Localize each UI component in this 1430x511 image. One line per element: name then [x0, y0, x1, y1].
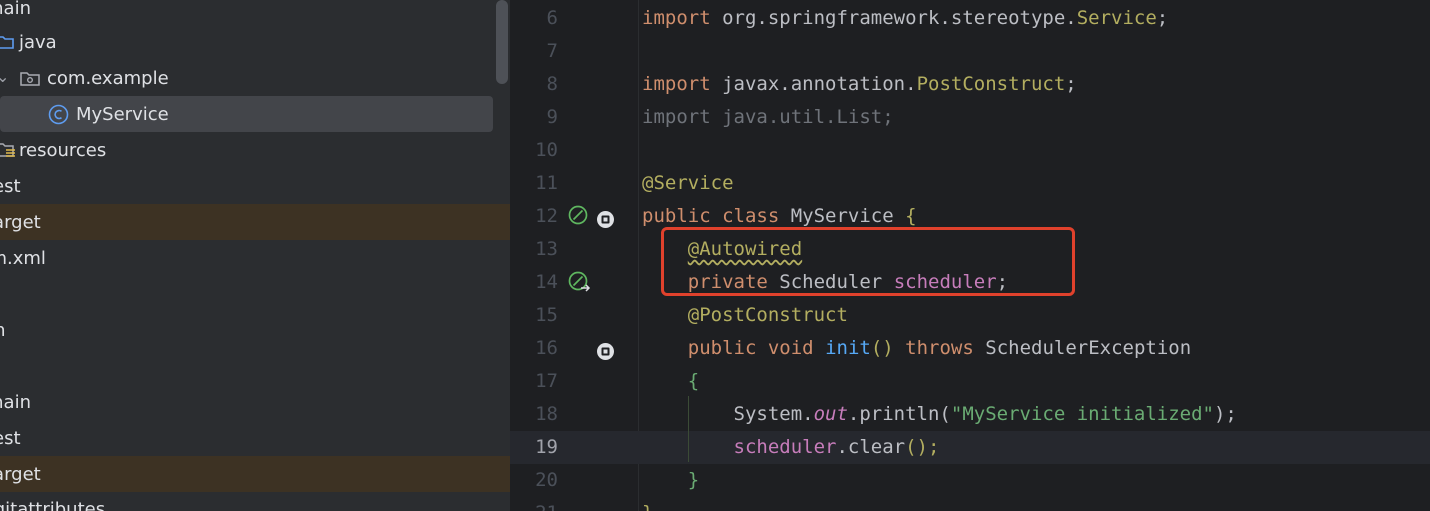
tree-item-label: com.example — [47, 67, 169, 89]
java-class-icon — [48, 96, 69, 132]
code-line[interactable]: 17 { — [510, 365, 1430, 398]
tree-item-label: target — [0, 211, 41, 233]
tree-item-module[interactable]: m — [0, 312, 496, 348]
code-line[interactable]: 8 import javax.annotation.PostConstruct; — [510, 68, 1430, 101]
line-number: 11 — [535, 172, 558, 194]
line-number: 9 — [546, 106, 558, 128]
code-editor[interactable]: 6 import org.springframework.stereotype.… — [510, 0, 1430, 511]
code-text: @Service — [642, 172, 734, 194]
tree-item-label: test — [0, 175, 21, 197]
line-number: 7 — [546, 40, 558, 62]
tree-item-target-2[interactable]: target — [0, 456, 510, 492]
tree-item-test[interactable]: test — [0, 168, 496, 204]
code-text: System.out.println("MyService initialize… — [733, 403, 1237, 425]
code-line[interactable]: 21 } — [510, 497, 1430, 511]
tree-item-label: MyService — [76, 103, 169, 125]
tree-item-main[interactable]: main — [0, 0, 496, 26]
line-number: 21 — [510, 497, 558, 511]
line-number: 6 — [546, 7, 558, 29]
tree-item-com-example[interactable]: ⌄ com.example — [0, 60, 496, 96]
tree-item-myservice[interactable]: MyService — [0, 96, 493, 132]
line-number: 19 — [535, 436, 558, 458]
project-tree: main java ⌄ com.example MyService resour… — [0, 0, 510, 511]
code-text-unused-import: import java.util.List; — [642, 106, 894, 128]
code-line[interactable]: 10 — [510, 134, 1430, 167]
code-text: @PostConstruct — [687, 304, 848, 326]
source-folder-icon — [0, 24, 14, 60]
code-text: { — [687, 370, 700, 392]
line-number: 8 — [546, 73, 558, 95]
resources-folder-icon — [0, 132, 16, 168]
code-line[interactable]: 18 System.out.println("MyService initial… — [510, 398, 1430, 431]
tree-item-label: .gitattributes — [0, 498, 106, 511]
code-line[interactable]: 15 @PostConstruct — [510, 299, 1430, 332]
code-text: scheduler.clear(); — [733, 436, 940, 458]
line-number: 12 — [535, 205, 558, 227]
tree-item-gitattributes[interactable]: .gitattributes — [0, 491, 496, 511]
code-text: public void init() throws SchedulerExcep… — [687, 337, 1192, 359]
tree-item-pom-xml[interactable]: pom.xml — [0, 240, 496, 276]
code-line[interactable]: 6 import org.springframework.stereotype.… — [510, 2, 1430, 35]
code-text: } — [687, 469, 700, 491]
line-number: 17 — [535, 370, 558, 392]
code-line[interactable]: 16 public void init() throws SchedulerEx… — [510, 332, 1430, 365]
line-number: 14 — [535, 271, 558, 293]
tree-item-label: main — [0, 391, 31, 413]
line-number: 15 — [535, 304, 558, 326]
tree-item-label: resources — [19, 139, 107, 161]
code-line-current[interactable]: 19 scheduler.clear(); — [510, 431, 1430, 464]
code-text: import javax.annotation.PostConstruct; — [642, 73, 1077, 95]
tree-item-label: target — [0, 463, 41, 485]
tree-item-blank[interactable] — [0, 348, 496, 384]
chevron-down-icon[interactable]: ⌄ — [0, 67, 9, 86]
code-line[interactable]: 9 import java.util.List; — [510, 101, 1430, 134]
code-line[interactable]: 20 } — [510, 464, 1430, 497]
line-number: 13 — [535, 238, 558, 260]
code-line[interactable]: 11 @Service — [510, 167, 1430, 200]
line-number: 10 — [535, 139, 558, 161]
tree-item-target[interactable]: target — [0, 204, 510, 240]
tree-item-blank[interactable] — [0, 276, 496, 312]
highlight-box — [661, 227, 1075, 296]
package-folder-icon — [20, 60, 40, 96]
code-text: } — [642, 497, 653, 511]
tree-item-java[interactable]: java — [0, 24, 496, 60]
tree-item-label: main — [0, 0, 31, 19]
tree-item-test-2[interactable]: test — [0, 420, 496, 456]
tree-item-main-2[interactable]: main — [0, 384, 496, 420]
tree-item-label: java — [19, 31, 57, 53]
tree-item-label: test — [0, 427, 21, 449]
tree-item-resources[interactable]: resources — [0, 132, 496, 168]
code-text: import org.springframework.stereotype.Se… — [642, 7, 1169, 29]
tree-item-label: pom.xml — [0, 247, 46, 269]
indent-guide — [688, 396, 689, 462]
line-number: 16 — [535, 337, 558, 359]
line-number: 20 — [535, 469, 558, 491]
line-number: 18 — [535, 403, 558, 425]
tree-scrollbar-thumb[interactable] — [496, 0, 508, 84]
code-line[interactable]: 7 — [510, 35, 1430, 68]
tree-item-label: m — [0, 320, 6, 341]
